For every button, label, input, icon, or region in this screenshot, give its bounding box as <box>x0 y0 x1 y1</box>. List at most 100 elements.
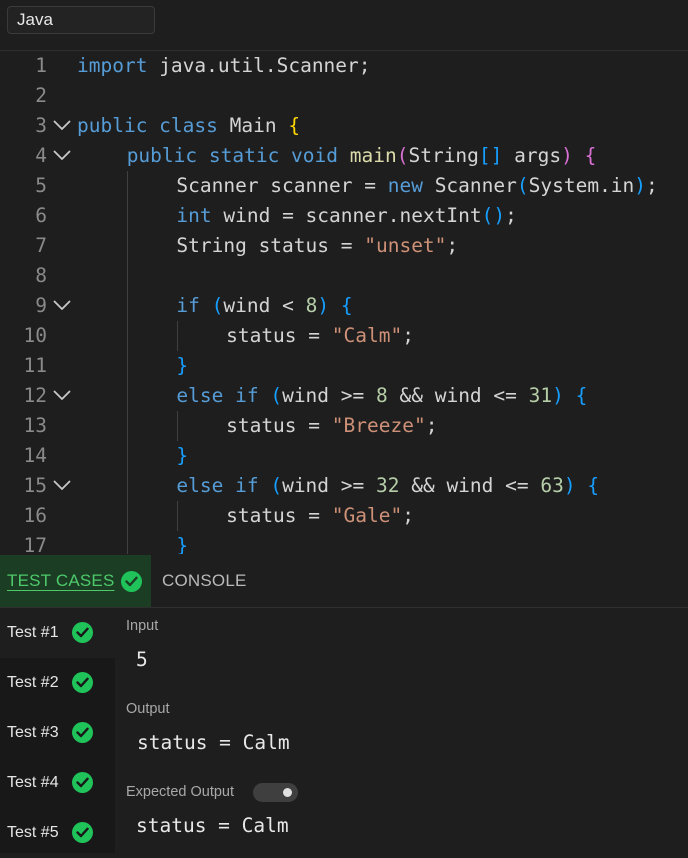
editor-header: Java <box>0 0 688 51</box>
language-select[interactable]: Java <box>7 6 155 34</box>
code-token: System.in <box>528 174 635 197</box>
input-value: 5 <box>136 648 148 671</box>
test-item[interactable]: Test #1 <box>0 608 115 658</box>
output-label: Output <box>126 701 170 717</box>
code-token: if <box>176 294 200 317</box>
tab-test-cases[interactable]: TEST CASES <box>0 555 151 607</box>
code-token: ) <box>634 174 647 197</box>
test-label: Test #1 <box>7 624 59 641</box>
test-item[interactable]: Test #4 <box>0 758 115 808</box>
test-list: Test #1 Test #2 Test #3 Test #4 Test #5 <box>0 608 115 853</box>
code-token: ) <box>561 144 573 167</box>
line-number: 1 <box>35 54 47 77</box>
line-number: 16 <box>23 504 47 527</box>
test-item[interactable]: Test #3 <box>0 708 115 758</box>
code-token: main <box>338 144 397 167</box>
code-line: 1 import java.util.Scanner; <box>0 51 688 81</box>
code-token: 32 <box>376 474 400 497</box>
chevron-down-icon[interactable] <box>50 291 74 321</box>
code-token: { <box>587 474 600 497</box>
code-token: "unset" <box>364 234 447 257</box>
code-line: 15 else if (wind >= 32 && wind <= 63) { <box>0 471 688 501</box>
check-circle-icon <box>72 622 93 643</box>
input-label: Input <box>126 618 159 634</box>
code-line: 10 status = "Calm"; <box>0 321 688 351</box>
check-circle-icon <box>72 822 93 843</box>
code-token: ( <box>211 294 224 317</box>
code-line: 17} <box>0 531 688 554</box>
code-text: public static void main(String[] args) { <box>127 141 597 171</box>
code-line: 7 String status = "unset"; <box>0 231 688 261</box>
code-token: wind = scanner.nextInt <box>211 204 482 227</box>
code-token: [] <box>478 144 503 167</box>
line-number: 13 <box>23 414 47 437</box>
code-token: status = <box>226 324 332 347</box>
chevron-down-icon[interactable] <box>50 471 74 501</box>
code-token: public static void <box>126 144 339 167</box>
check-circle-icon <box>72 672 93 693</box>
code-text: } <box>176 351 188 381</box>
code-token: Main <box>217 114 289 137</box>
line-number: 11 <box>23 354 47 377</box>
code-token: args <box>502 144 562 167</box>
code-token: () <box>481 204 506 227</box>
line-number: 8 <box>35 264 47 287</box>
code-line: 16 status = "Gale"; <box>0 501 688 531</box>
line-number: 12 <box>23 384 47 407</box>
tab-console[interactable]: CONSOLE <box>162 555 247 607</box>
code-token: { <box>584 144 597 167</box>
line-number: 15 <box>23 474 47 497</box>
code-line: 11} <box>0 351 688 381</box>
test-label: Test #5 <box>7 824 59 841</box>
chevron-down-icon[interactable] <box>50 381 74 411</box>
line-number: 17 <box>23 534 47 554</box>
check-circle-icon <box>72 772 93 793</box>
code-token: { <box>340 294 353 317</box>
chevron-down-icon[interactable] <box>50 111 74 141</box>
code-text: Scanner scanner = new Scanner(System.in)… <box>176 171 657 201</box>
code-token: ( <box>516 174 529 197</box>
code-token: new <box>387 174 423 197</box>
code-token: { <box>575 384 588 407</box>
code-token: ; <box>402 324 414 347</box>
code-token: { <box>288 114 301 137</box>
test-item[interactable]: Test #5 <box>0 808 115 858</box>
code-token: wind >= <box>282 384 376 407</box>
test-detail-panel: Input 5 Output status = Calm Expected Ou… <box>115 608 688 853</box>
code-editor[interactable]: 1 import java.util.Scanner; 2 3 public class… <box>0 51 688 554</box>
code-token: 8 <box>376 384 388 407</box>
code-text: import java.util.Scanner; <box>77 51 371 81</box>
chevron-down-icon[interactable] <box>50 141 74 171</box>
line-number: 14 <box>23 444 47 467</box>
code-token: ; <box>646 174 658 197</box>
expected-output-toggle[interactable] <box>253 783 298 802</box>
line-number: 7 <box>35 234 47 257</box>
code-token: ( <box>270 474 283 497</box>
code-line: 13 status = "Breeze"; <box>0 411 688 441</box>
code-text: status = "Calm"; <box>226 321 414 351</box>
code-token: status = <box>226 414 332 437</box>
code-token: 63 <box>540 474 564 497</box>
code-token: ; <box>505 204 517 227</box>
code-token: "Gale" <box>331 504 403 527</box>
code-text: } <box>176 441 188 471</box>
line-number: 10 <box>23 324 47 347</box>
code-token: int <box>176 204 212 227</box>
line-number: 9 <box>35 294 47 317</box>
code-text: status = "Gale"; <box>226 501 414 531</box>
code-token: Scanner scanner = <box>176 174 388 197</box>
test-label: Test #3 <box>7 724 59 741</box>
code-token: ( <box>396 144 409 167</box>
code-text: } <box>176 531 188 554</box>
code-text: else if (wind >= 8 && wind <= 31) { <box>176 381 587 411</box>
check-circle-icon <box>121 571 142 592</box>
line-number: 3 <box>35 114 47 137</box>
code-token: ; <box>425 414 438 437</box>
line-number: 2 <box>35 84 47 107</box>
code-line: 4 public static void main(String[] args) … <box>0 141 688 171</box>
test-item[interactable]: Test #2 <box>0 658 115 708</box>
